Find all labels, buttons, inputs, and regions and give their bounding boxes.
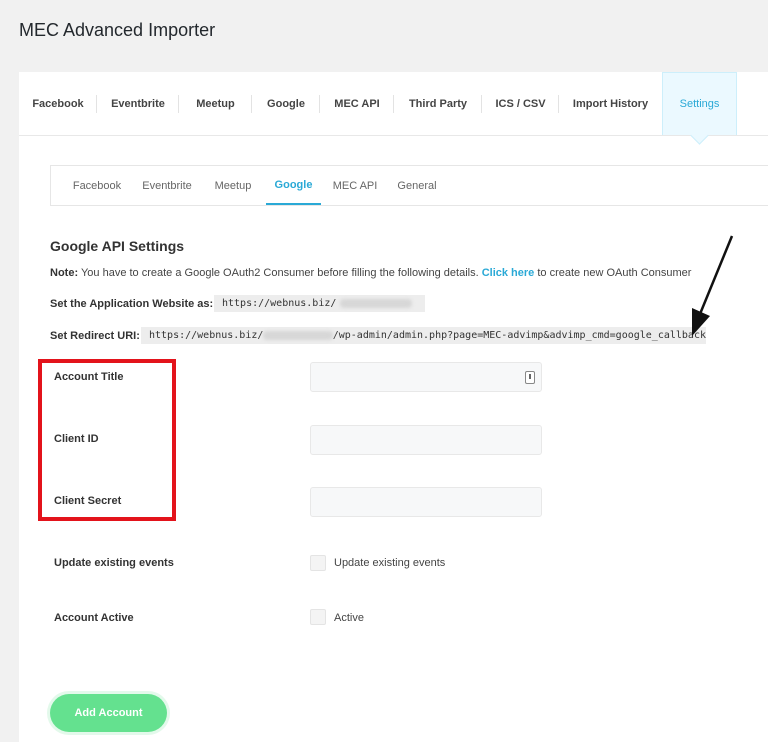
update-existing-checkbox[interactable] [310, 555, 326, 571]
redirect-uri-label: Set Redirect URI: [50, 330, 140, 342]
tab-label: MEC API [334, 98, 380, 110]
subtab-general[interactable]: General [391, 166, 443, 205]
subtab-meetup[interactable]: Meetup [209, 166, 257, 205]
tab-google[interactable]: Google [252, 72, 320, 136]
settings-sub-tabs: Facebook Eventbrite Meetup Google MEC AP… [50, 165, 768, 206]
note-label: Note: [50, 267, 79, 279]
password-manager-icon[interactable] [525, 371, 535, 384]
redacted-text [263, 331, 333, 340]
update-existing-check-label: Update existing events [334, 557, 446, 569]
tab-label: Third Party [408, 98, 468, 110]
tab-label: Settings [679, 98, 720, 110]
account-active-check-label: Active [334, 612, 364, 624]
note-text: You have to create a Google OAuth2 Consu… [80, 267, 479, 279]
section-title: Google API Settings [50, 238, 185, 254]
redacted-text [340, 299, 413, 308]
client-id-input[interactable] [310, 425, 542, 455]
tab-label: Import History [572, 98, 649, 110]
highlight-annotation-box [38, 359, 176, 521]
account-active-checkbox[interactable] [310, 609, 326, 625]
subtab-facebook[interactable]: Facebook [65, 166, 129, 205]
tab-label: Google [267, 98, 305, 110]
tab-ics-csv[interactable]: ICS / CSV [482, 72, 559, 136]
tab-label: ICS / CSV [495, 98, 546, 110]
subtab-eventbrite[interactable]: Eventbrite [135, 166, 199, 205]
tab-mec-api[interactable]: MEC API [320, 72, 394, 136]
update-existing-label: Update existing events [54, 557, 174, 569]
client-secret-input[interactable] [310, 487, 542, 517]
subtab-mec-api[interactable]: MEC API [329, 166, 381, 205]
app-website-value: https://webnus.biz/ [214, 295, 425, 312]
tab-import-history[interactable]: Import History [559, 72, 662, 136]
tab-label: Meetup [196, 98, 235, 110]
account-active-label: Account Active [54, 612, 134, 624]
tab-eventbrite[interactable]: Eventbrite [97, 72, 179, 136]
redirect-uri-value: https://webnus.biz/ /wp-admin/admin.php?… [141, 327, 706, 344]
annotation-arrow-icon [692, 235, 734, 336]
tab-third-party[interactable]: Third Party [394, 72, 482, 136]
add-account-button[interactable]: Add Account [50, 694, 167, 732]
app-website-url: https://webnus.biz/ [222, 298, 337, 309]
redirect-uri-prefix: https://webnus.biz/ [149, 330, 264, 341]
subtab-google[interactable]: Google [266, 166, 321, 205]
oauth-consumer-link[interactable]: Click here [482, 267, 535, 279]
oauth-note: Note: You have to create a Google OAuth2… [50, 267, 691, 279]
page-title: MEC Advanced Importer [19, 20, 216, 40]
main-tabs: Facebook Eventbrite Meetup Google MEC AP… [19, 72, 768, 136]
note-suffix: to create new OAuth Consumer [537, 267, 692, 279]
redirect-uri-suffix: /wp-admin/admin.php?page=MEC-advimp&advi… [332, 330, 706, 341]
tab-label: Eventbrite [111, 98, 165, 110]
account-title-input[interactable] [310, 362, 542, 392]
tab-facebook[interactable]: Facebook [19, 72, 97, 136]
app-website-label: Set the Application Website as: [50, 298, 214, 310]
tab-meetup[interactable]: Meetup [179, 72, 252, 136]
tab-label: Facebook [32, 98, 84, 110]
tab-settings[interactable]: Settings [662, 72, 737, 135]
